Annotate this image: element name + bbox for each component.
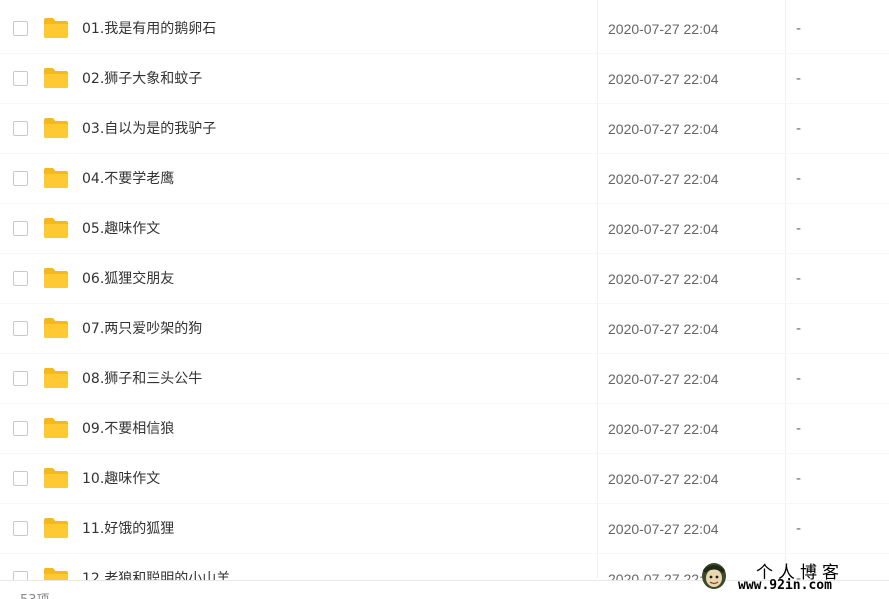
folder-icon [44,218,68,238]
file-date: 2020-07-27 22:04 [608,171,719,187]
folder-icon [44,168,68,188]
file-row[interactable]: 07.两只爱吵架的狗 2020-07-27 22:04 - [0,304,889,354]
file-date: 2020-07-27 22:04 [608,371,719,387]
file-name[interactable]: 08.狮子和三头公牛 [82,369,202,389]
checkbox-icon[interactable] [13,21,28,36]
file-row[interactable]: 09.不要相信狼 2020-07-27 22:04 - [0,404,889,454]
folder-icon [44,118,68,138]
file-date: 2020-07-27 22:04 [608,221,719,237]
checkbox-icon[interactable] [13,471,28,486]
file-date: 2020-07-27 22:04 [608,321,719,337]
file-name[interactable]: 11.好饿的狐狸 [82,519,174,539]
file-date: 2020-07-27 22:04 [608,21,719,37]
folder-icon [44,318,68,338]
file-row[interactable]: 08.狮子和三头公牛 2020-07-27 22:04 - [0,354,889,404]
file-size: - [796,171,802,187]
file-name[interactable]: 10.趣味作文 [82,469,160,489]
file-name[interactable]: 04.不要学老鹰 [82,169,174,189]
file-row[interactable]: 02.狮子大象和蚊子 2020-07-27 22:04 - [0,54,889,104]
file-name[interactable]: 09.不要相信狼 [82,419,174,439]
file-row[interactable]: 04.不要学老鹰 2020-07-27 22:04 - [0,154,889,204]
file-date: 2020-07-27 22:04 [608,71,719,87]
item-count: 53项 [20,589,50,599]
file-date: 2020-07-27 22:04 [608,471,719,487]
checkbox-icon[interactable] [13,371,28,386]
checkbox-icon[interactable] [13,171,28,186]
checkbox-icon[interactable] [13,421,28,436]
watermark-url: www.92in.com [738,578,832,593]
file-size: - [796,521,802,537]
file-size: - [796,471,802,487]
folder-icon [44,68,68,88]
checkbox-icon[interactable] [13,321,28,336]
file-list-page: 01.我是有用的鹅卵石 2020-07-27 22:04 - 02.狮子大象和蚊子 20… [0,0,889,599]
folder-icon [44,368,68,388]
file-row[interactable]: 10.趣味作文 2020-07-27 22:04 - [0,454,889,504]
file-row[interactable]: 01.我是有用的鹅卵石 2020-07-27 22:04 - [0,4,889,54]
file-name[interactable]: 01.我是有用的鹅卵石 [82,19,216,39]
file-date: 2020-07-27 22:04 [608,271,719,287]
file-size: - [796,271,802,287]
folder-icon [44,468,68,488]
file-date: 2020-07-27 22:04 [608,121,719,137]
folder-icon [44,518,68,538]
file-row[interactable]: 03.自以为是的我驴子 2020-07-27 22:04 - [0,104,889,154]
file-name[interactable]: 03.自以为是的我驴子 [82,119,216,139]
folder-icon [44,268,68,288]
file-row[interactable]: 06.狐狸交朋友 2020-07-27 22:04 - [0,254,889,304]
file-size: - [796,71,802,87]
file-size: - [796,371,802,387]
checkbox-icon[interactable] [13,271,28,286]
file-size: - [796,321,802,337]
checkbox-icon[interactable] [13,121,28,136]
avatar-icon [702,563,726,589]
file-date: 2020-07-27 22:04 [608,421,719,437]
checkbox-icon[interactable] [13,521,28,536]
file-name[interactable]: 02.狮子大象和蚊子 [82,69,202,89]
folder-icon [44,418,68,438]
file-row[interactable]: 05.趣味作文 2020-07-27 22:04 - [0,204,889,254]
checkbox-icon[interactable] [13,221,28,236]
file-name[interactable]: 07.两只爱吵架的狗 [82,319,202,339]
watermark: 个人博客 www.92in.com [700,558,889,596]
file-size: - [796,21,802,37]
file-size: - [796,221,802,237]
file-size: - [796,421,802,437]
file-name[interactable]: 06.狐狸交朋友 [82,269,174,289]
file-list: 01.我是有用的鹅卵石 2020-07-27 22:04 - 02.狮子大象和蚊子 20… [0,4,889,599]
folder-icon [44,18,68,38]
file-date: 2020-07-27 22:04 [608,521,719,537]
checkbox-icon[interactable] [13,71,28,86]
file-name[interactable]: 05.趣味作文 [82,219,160,239]
file-size: - [796,121,802,137]
file-row[interactable]: 11.好饿的狐狸 2020-07-27 22:04 - [0,504,889,554]
